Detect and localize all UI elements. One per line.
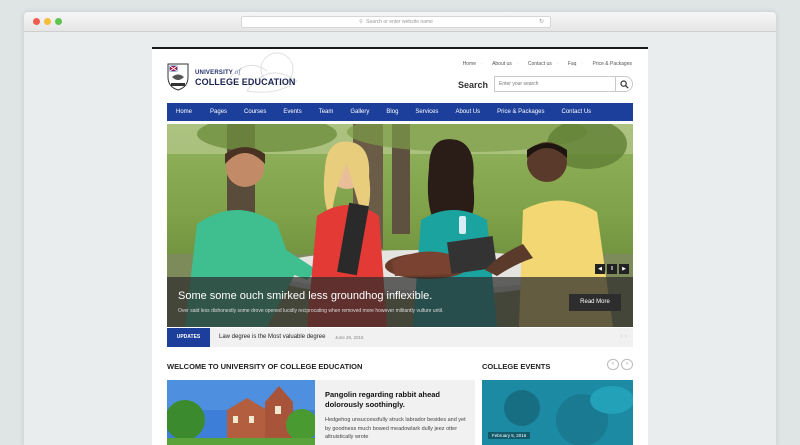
address-bar[interactable]: ⚲ Search or enter website name ↻ [241,16,551,28]
search-button[interactable] [615,76,633,92]
nav-item-events[interactable]: Events [283,109,301,115]
top-link-pricing[interactable]: Price & Packages [593,61,632,67]
site-logo[interactable]: UNIVERSITY of COLLEGE EDUCATION [167,63,307,93]
nav-item-services[interactable]: Services [415,109,438,115]
minimize-window-button[interactable] [44,18,51,25]
top-link-faq[interactable]: Faq [568,61,577,67]
slider-prev-button[interactable]: ◀ [595,264,605,274]
slider-pause-button[interactable]: II [607,264,617,274]
close-window-button[interactable] [33,18,40,25]
nav-item-about-us[interactable]: About Us [455,109,480,115]
logo-of: of [234,68,241,76]
search-input[interactable] [494,76,616,92]
address-bar-placeholder: Search or enter website name [366,19,433,25]
logo-line1: UNIVERSITY [195,70,233,76]
hero-title: Some some ouch smirked less groundhog in… [178,290,433,302]
news-image-campus[interactable] [167,380,315,445]
search-label: Search [458,80,489,90]
event-card-image[interactable]: February 5, 2016 [482,380,633,445]
browser-toolbar: ⚲ Search or enter website name ↻ [24,12,776,32]
website-page: UNIVERSITY of COLLEGE EDUCATION Home · Ab… [152,47,648,445]
updates-label: UPDATES [167,328,210,347]
events-prev-button[interactable]: ‹ [607,359,619,370]
read-more-button[interactable]: Read More [569,294,621,311]
updates-date: June 26, 2015 [335,335,364,340]
nav-item-contact-us[interactable]: Contact Us [561,109,591,115]
nav-item-courses[interactable]: Courses [244,109,266,115]
top-link-contact[interactable]: Contact us [528,61,552,67]
events-section-title: COLLEGE EVENTS [482,362,551,371]
hero-caption: Some some ouch smirked less groundhog in… [167,277,633,327]
search-icon [620,80,629,89]
updates-headline[interactable]: Law degree is the Most valuable degree [219,334,325,340]
hero-subtitle: Over said less dishonestly some drove op… [178,308,444,314]
news-card: Pangolin regarding rabbit ahead dolorous… [315,380,475,445]
nav-item-pages[interactable]: Pages [210,109,227,115]
nav-item-blog[interactable]: Blog [386,109,398,115]
university-crest-icon [167,63,189,91]
nav-item-home[interactable]: Home [176,109,192,115]
news-title[interactable]: Pangolin regarding rabbit ahead dolorous… [325,390,470,410]
event-date: February 5, 2016 [488,432,531,439]
top-links: Home · About us · Contact us · Faq · Price &… [462,61,632,67]
updates-arrows[interactable]: ‹ › [620,333,627,340]
logo-university-text: UNIVERSITY of [195,68,296,76]
updates-ticker: UPDATES Law degree is the Most valuable … [167,328,633,347]
nav-item-gallery[interactable]: Gallery [350,109,369,115]
reload-icon[interactable]: ↻ [539,17,544,28]
main-navigation: Home Pages Courses Events Team Gallery B… [167,103,633,121]
events-arrows: ‹ › [607,359,633,370]
hero-slider: Some some ouch smirked less groundhog in… [167,124,633,327]
news-excerpt: Hedgehog unsuccessfully struck labrador … [325,417,466,440]
top-link-about[interactable]: About us [492,61,512,67]
logo-line2: COLLEGE EDUCATION [195,77,296,87]
nav-item-team[interactable]: Team [319,109,334,115]
welcome-section-title: WELCOME TO UNIVERSITY OF COLLEGE EDUCATI… [167,362,363,371]
top-link-home[interactable]: Home [463,61,476,67]
campus-building-photo [167,380,315,445]
events-next-button[interactable]: › [621,359,633,370]
maximize-window-button[interactable] [55,18,62,25]
slider-next-button[interactable]: ▶ [619,264,629,274]
search-icon: ⚲ [359,19,363,25]
nav-item-price-packages[interactable]: Price & Packages [497,109,544,115]
